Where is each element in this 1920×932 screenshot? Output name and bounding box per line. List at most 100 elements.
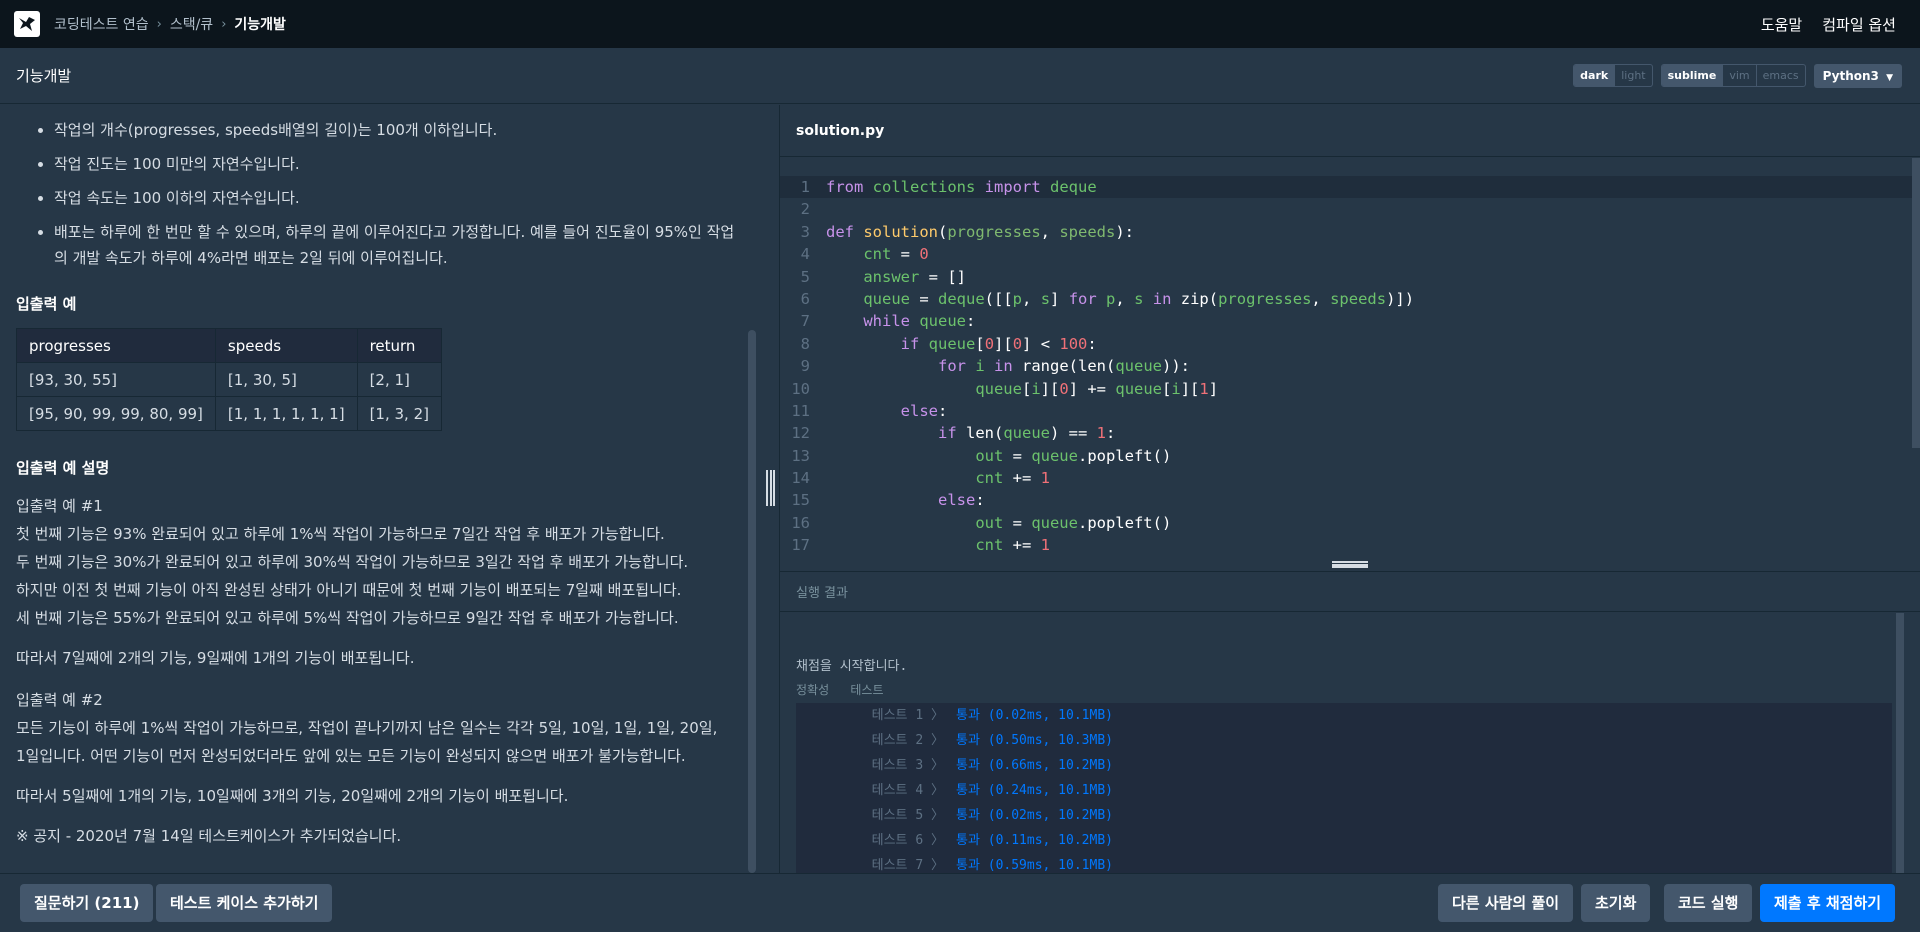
panel-splitter[interactable]	[760, 105, 780, 873]
test-result: 통과 (0.59ms, 10.1MB)	[956, 858, 1113, 873]
table-cell: [1, 1, 1, 1, 1, 1]	[214, 396, 358, 431]
breadcrumb-stack-queue[interactable]: 스택/큐	[170, 14, 213, 34]
code-line: 15 else:	[791, 491, 985, 510]
test-name: 테스트 2 〉	[871, 733, 944, 748]
editor-resizer[interactable]	[780, 558, 1920, 572]
test-name: 테스트 5 〉	[871, 808, 944, 823]
language-select[interactable]: Python3 ▼	[1813, 63, 1902, 88]
table-header-row: progresses speeds return	[16, 328, 442, 363]
example2-title: 입출력 예 #2	[16, 691, 103, 709]
logo-icon[interactable]	[14, 11, 40, 37]
keymap-sublime-button[interactable]: sublime	[1661, 65, 1723, 86]
code-line: 3 def solution(progresses, speeds):	[800, 222, 1135, 241]
bottom-bar: 질문하기 (211) 테스트 케이스 추가하기 다른 사람의 풀이 초기화 코드…	[0, 873, 1920, 932]
code-line: 10 queue[i][0] += queue[i][1]	[791, 379, 1219, 398]
results-header: 실행 결과	[780, 572, 1920, 612]
results-scrollbar[interactable]	[1896, 613, 1904, 873]
examples-heading: 입출력 예	[16, 295, 77, 313]
code-line: 16 out = queue.popleft()	[791, 513, 1172, 532]
code-line: 6 queue = deque([[p, s] for p, s in zip(…	[800, 289, 1415, 308]
example1-title: 입출력 예 #1	[16, 497, 103, 515]
test-name: 테스트 7 〉	[871, 858, 944, 873]
results-start-text: 채점을 시작합니다.	[796, 659, 908, 674]
breadcrumb: 코딩테스트 연습 › 스택/큐 › 기능개발	[54, 14, 286, 34]
editor-header: solution.py	[780, 105, 1920, 157]
example2-line: 모든 기능이 하루에 1%씩 작업이 가능하므로, 작업이 끝나기까지 남은 일…	[16, 719, 718, 737]
code-line: 5 answer = []	[800, 267, 966, 286]
constraint-item: 작업 속도는 100 이하의 자연수입니다.	[38, 185, 744, 211]
drag-handle-icon[interactable]	[1332, 561, 1368, 568]
example1-line: 하지만 이전 첫 번째 기능이 아직 완성된 상태가 아니기 때문에 첫 번째 …	[16, 581, 682, 599]
question-button[interactable]: 질문하기 (211)	[20, 884, 154, 922]
help-link[interactable]: 도움말	[1761, 14, 1802, 35]
keymap-vim-button[interactable]: vim	[1722, 65, 1755, 86]
add-testcase-button[interactable]: 테스트 케이스 추가하기	[156, 884, 333, 922]
results-heading: 실행 결과	[796, 586, 848, 601]
code-line: 14 cnt += 1	[791, 469, 1050, 488]
submit-button[interactable]: 제출 후 채점하기	[1760, 884, 1896, 922]
test-name: 테스트 4 〉	[871, 783, 944, 798]
language-label: Python3	[1822, 68, 1879, 83]
example1-summary: 따라서 7일째에 2개의 기능, 9일째에 1개의 기능이 배포됩니다.	[16, 649, 415, 667]
examples-table: progresses speeds return [93, 30, 55] [1…	[16, 328, 442, 431]
code-line: 7 while queue:	[800, 312, 976, 331]
table-row: [93, 30, 55] [1, 30, 5] [2, 1]	[16, 362, 442, 397]
compile-options-link[interactable]: 컴파일 옵션	[1822, 14, 1896, 35]
title-bar: 기능개발 dark light sublime vim emacs Python…	[0, 48, 1920, 104]
table-cell: [1, 3, 2]	[356, 396, 442, 431]
theme-light-button[interactable]: light	[1614, 65, 1651, 86]
code-line: 4 cnt = 0	[800, 245, 929, 264]
test-row: 테스트 1 〉 통과 (0.02ms, 10.1MB)	[796, 703, 1892, 728]
chevron-right-icon: ›	[221, 16, 227, 32]
table-cell: [95, 90, 99, 99, 80, 99]	[16, 396, 216, 431]
code-line: 9 for i in range(len(queue)):	[800, 357, 1191, 376]
table-header: progresses	[16, 328, 216, 363]
code-editor[interactable]: 1 from collections import deque 2 3 def so…	[780, 158, 1920, 558]
code-line: 1 from collections import deque	[780, 176, 1920, 199]
table-header: speeds	[214, 328, 358, 363]
example1-line: 첫 번째 기능은 93% 완료되어 있고 하루에 1%씩 작업이 가능하므로 7…	[16, 525, 665, 543]
results-list: 테스트 1 〉 통과 (0.02ms, 10.1MB) 테스트 2 〉 통과 (0.…	[796, 703, 1892, 873]
code-line: 13 out = queue.popleft()	[791, 446, 1172, 465]
drag-handle-icon[interactable]	[766, 470, 775, 506]
example2-line: 1일입니다. 어떤 기능이 먼저 완성되었더라도 앞에 있는 모든 기능이 완성…	[16, 747, 686, 765]
keymap-emacs-button[interactable]: emacs	[1755, 65, 1805, 86]
results-columns: 정확성 테스트	[796, 681, 897, 698]
test-row: 테스트 2 〉 통과 (0.50ms, 10.3MB)	[796, 728, 1892, 753]
table-header: return	[356, 328, 442, 363]
test-result: 통과 (0.24ms, 10.1MB)	[956, 783, 1113, 798]
filename-tab[interactable]: solution.py	[796, 123, 884, 139]
code-line: 17 cnt += 1	[791, 536, 1050, 555]
theme-dark-button[interactable]: dark	[1574, 65, 1615, 86]
test-result: 통과 (0.02ms, 10.1MB)	[956, 708, 1113, 723]
constraint-item: 배포는 하루에 한 번만 할 수 있으며, 하루의 끝에 이루어진다고 가정합니…	[38, 219, 738, 271]
example1-line: 두 번째 기능은 30%가 완료되어 있고 하루에 30%씩 작업이 가능하므로…	[16, 553, 689, 571]
table-cell: [93, 30, 55]	[16, 362, 216, 397]
test-row: 테스트 5 〉 통과 (0.02ms, 10.2MB)	[796, 803, 1892, 828]
table-cell: [1, 30, 5]	[214, 362, 358, 397]
results-column: 테스트	[850, 683, 884, 697]
others-solutions-button[interactable]: 다른 사람의 풀이	[1438, 884, 1574, 922]
code-line: 12 if len(queue) == 1:	[791, 424, 1116, 443]
problem-scrollbar[interactable]	[748, 330, 756, 873]
code-line: 11 else:	[791, 401, 948, 420]
test-name: 테스트 3 〉	[871, 758, 944, 773]
constraint-item: 작업의 개수(progresses, speeds배열의 길이)는 100개 이…	[38, 117, 744, 143]
test-row: 테스트 7 〉 통과 (0.59ms, 10.1MB)	[796, 853, 1892, 873]
example1-line: 세 번째 기능은 55%가 완료되어 있고 하루에 5%씩 작업이 가능하므로 …	[16, 609, 679, 627]
results-column: 정확성	[796, 683, 830, 697]
editor-scrollbar[interactable]	[1912, 158, 1920, 448]
caret-down-icon: ▼	[1886, 72, 1893, 83]
theme-toggle: dark light	[1573, 64, 1653, 87]
test-result: 통과 (0.11ms, 10.2MB)	[956, 833, 1113, 848]
run-code-button[interactable]: 코드 실행	[1664, 884, 1753, 922]
reset-button[interactable]: 초기화	[1581, 884, 1651, 922]
test-name: 테스트 6 〉	[871, 833, 944, 848]
test-row: 테스트 6 〉 통과 (0.11ms, 10.2MB)	[796, 828, 1892, 853]
test-name: 테스트 1 〉	[871, 708, 944, 723]
top-nav: 코딩테스트 연습 › 스택/큐 › 기능개발 도움말 컴파일 옵션	[0, 0, 1920, 48]
explain-heading: 입출력 예 설명	[16, 459, 110, 477]
test-result: 통과 (0.66ms, 10.2MB)	[956, 758, 1113, 773]
notice: ※ 공지 - 2020년 7월 14일 테스트케이스가 추가되었습니다.	[16, 827, 402, 845]
breadcrumb-practice[interactable]: 코딩테스트 연습	[54, 14, 149, 34]
